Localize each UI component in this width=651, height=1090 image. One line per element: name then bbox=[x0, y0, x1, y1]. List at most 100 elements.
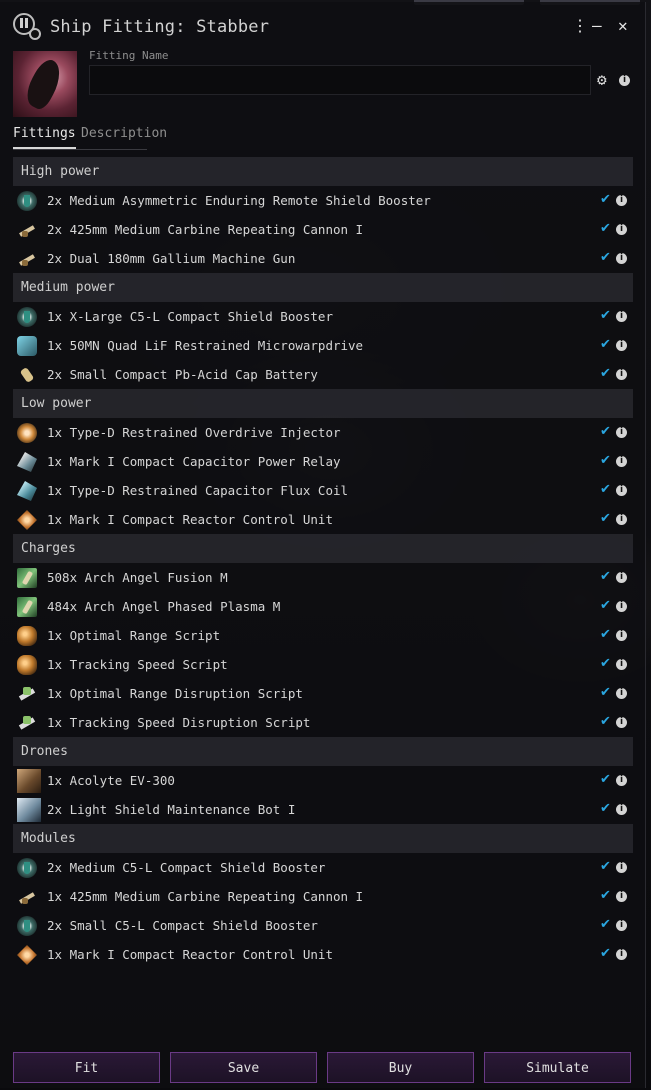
list-item[interactable]: 1x Optimal Range Disruption Script ✔ i bbox=[13, 679, 633, 708]
item-label: 1x Acolyte EV-300 bbox=[47, 773, 175, 788]
info-icon[interactable]: i bbox=[616, 659, 627, 670]
info-icon[interactable]: i bbox=[616, 688, 627, 699]
list-item[interactable]: 2x Medium C5-L Compact Shield Booster ✔ i bbox=[13, 853, 633, 882]
list-item[interactable]: 2x Light Shield Maintenance Bot I ✔ i bbox=[13, 795, 633, 824]
item-label: 2x Medium C5-L Compact Shield Booster bbox=[47, 860, 326, 875]
info-icon[interactable]: i bbox=[616, 195, 627, 206]
disrupt-icon bbox=[17, 684, 37, 704]
list-item[interactable]: 508x Arch Angel Fusion M ✔ i bbox=[13, 563, 633, 592]
list-item[interactable]: 1x Type-D Restrained Overdrive Injector ✔… bbox=[13, 418, 633, 447]
info-icon[interactable]: i bbox=[616, 253, 627, 264]
info-icon[interactable]: i bbox=[616, 862, 627, 873]
fitting-name-input[interactable] bbox=[89, 65, 591, 95]
checkmark-icon: ✔ bbox=[600, 424, 611, 439]
list-item[interactable]: 1x 50MN Quad LiF Restrained Microwarpdri… bbox=[13, 331, 633, 360]
script-icon bbox=[17, 626, 37, 646]
fitting-name-label: Fitting Name bbox=[89, 49, 169, 62]
info-icon[interactable]: i bbox=[616, 311, 627, 322]
list-item[interactable]: 1x Tracking Speed Script ✔ i bbox=[13, 650, 633, 679]
tab-fittings[interactable]: Fittings bbox=[13, 126, 76, 149]
checkmark-icon: ✔ bbox=[600, 946, 611, 961]
info-icon[interactable]: i bbox=[616, 485, 627, 496]
ship-thumbnail[interactable] bbox=[13, 51, 77, 117]
save-button[interactable]: Save bbox=[170, 1052, 317, 1083]
gun-icon bbox=[17, 249, 37, 269]
ship-fitting-window: Ship Fitting: Stabber ⋮ — ✕ Fitting Name… bbox=[0, 2, 646, 1088]
disrupt-icon bbox=[17, 713, 37, 733]
rcu-icon bbox=[17, 945, 37, 965]
item-label: 2x Small Compact Pb-Acid Cap Battery bbox=[47, 367, 318, 382]
bot-icon bbox=[17, 798, 41, 822]
menu-icon[interactable]: ⋮ bbox=[572, 16, 588, 36]
list-item[interactable]: 1x X-Large C5-L Compact Shield Booster ✔ i bbox=[13, 302, 633, 331]
footer-buttons: Fit Save Buy Simulate bbox=[13, 1052, 633, 1085]
rcu-icon bbox=[17, 510, 37, 530]
cap-icon bbox=[17, 365, 37, 385]
simulate-button[interactable]: Simulate bbox=[484, 1052, 631, 1083]
item-label: 1x Optimal Range Disruption Script bbox=[47, 686, 303, 701]
list-item[interactable]: 1x 425mm Medium Carbine Repeating Cannon… bbox=[13, 882, 633, 911]
item-label: 1x X-Large C5-L Compact Shield Booster bbox=[47, 309, 333, 324]
buy-button[interactable]: Buy bbox=[327, 1052, 474, 1083]
list-item[interactable]: 1x Type-D Restrained Capacitor Flux Coil… bbox=[13, 476, 633, 505]
ship-silhouette bbox=[20, 55, 68, 113]
section-header: High power bbox=[13, 157, 633, 186]
item-label: 2x Medium Asymmetric Enduring Remote Shi… bbox=[47, 193, 431, 208]
ammo-icon bbox=[17, 597, 37, 617]
od-icon bbox=[17, 423, 37, 443]
section-header: Modules bbox=[13, 824, 633, 853]
checkmark-icon: ✔ bbox=[600, 627, 611, 642]
info-icon[interactable]: i bbox=[616, 804, 627, 815]
info-icon[interactable]: i bbox=[616, 891, 627, 902]
info-icon[interactable]: i bbox=[616, 717, 627, 728]
info-icon[interactable]: i bbox=[619, 75, 630, 86]
list-item[interactable]: 2x Small C5-L Compact Shield Booster ✔ i bbox=[13, 911, 633, 940]
list-item[interactable]: 2x Small Compact Pb-Acid Cap Battery ✔ i bbox=[13, 360, 633, 389]
item-label: 1x 50MN Quad LiF Restrained Microwarpdri… bbox=[47, 338, 364, 353]
info-icon[interactable]: i bbox=[616, 456, 627, 467]
item-label: 1x 425mm Medium Carbine Repeating Cannon… bbox=[47, 889, 364, 904]
gear-icon[interactable]: ⚙ bbox=[597, 70, 607, 89]
flux-icon bbox=[17, 481, 37, 501]
list-item[interactable]: 1x Tracking Speed Disruption Script ✔ i bbox=[13, 708, 633, 737]
item-label: 484x Arch Angel Phased Plasma M bbox=[47, 599, 281, 614]
list-item[interactable]: 1x Acolyte EV-300 ✔ i bbox=[13, 766, 633, 795]
list-item[interactable]: 2x Medium Asymmetric Enduring Remote Shi… bbox=[13, 186, 633, 215]
checkmark-icon: ✔ bbox=[600, 192, 611, 207]
list-item[interactable]: 1x Mark I Compact Reactor Control Unit ✔ i bbox=[13, 505, 633, 534]
checkmark-icon: ✔ bbox=[600, 308, 611, 323]
info-icon[interactable]: i bbox=[616, 514, 627, 525]
fit-button[interactable]: Fit bbox=[13, 1052, 160, 1083]
info-icon[interactable]: i bbox=[616, 949, 627, 960]
close-icon[interactable]: ✕ bbox=[618, 16, 628, 36]
list-item[interactable]: 2x Dual 180mm Gallium Machine Gun ✔ i bbox=[13, 244, 633, 273]
info-icon[interactable]: i bbox=[616, 920, 627, 931]
item-label: 1x Mark I Compact Reactor Control Unit bbox=[47, 947, 333, 962]
list-item[interactable]: 1x Mark I Compact Capacitor Power Relay ✔… bbox=[13, 447, 633, 476]
item-label: 2x Small C5-L Compact Shield Booster bbox=[47, 918, 318, 933]
script-icon bbox=[17, 655, 37, 675]
info-icon[interactable]: i bbox=[616, 775, 627, 786]
info-icon[interactable]: i bbox=[616, 369, 627, 380]
info-icon[interactable]: i bbox=[616, 427, 627, 438]
fitting-icon bbox=[13, 13, 41, 40]
checkmark-icon: ✔ bbox=[600, 772, 611, 787]
list-item[interactable]: 484x Arch Angel Phased Plasma M ✔ i bbox=[13, 592, 633, 621]
info-icon[interactable]: i bbox=[616, 340, 627, 351]
info-icon[interactable]: i bbox=[616, 224, 627, 235]
section-header: Medium power bbox=[13, 273, 633, 302]
list-item[interactable]: 1x Mark I Compact Reactor Control Unit ✔ i bbox=[13, 940, 633, 969]
tab-description[interactable]: Description bbox=[81, 126, 167, 141]
title-bar[interactable]: Ship Fitting: Stabber ⋮ — ✕ bbox=[0, 2, 645, 52]
info-icon[interactable]: i bbox=[616, 601, 627, 612]
checkmark-icon: ✔ bbox=[600, 685, 611, 700]
checkmark-icon: ✔ bbox=[600, 482, 611, 497]
gun-icon bbox=[17, 220, 37, 240]
list-item[interactable]: 1x Optimal Range Script ✔ i bbox=[13, 621, 633, 650]
tab-bar: Fittings Description bbox=[13, 122, 167, 150]
checkmark-icon: ✔ bbox=[600, 917, 611, 932]
info-icon[interactable]: i bbox=[616, 630, 627, 641]
minimize-icon[interactable]: — bbox=[592, 16, 602, 36]
list-item[interactable]: 2x 425mm Medium Carbine Repeating Cannon… bbox=[13, 215, 633, 244]
info-icon[interactable]: i bbox=[616, 572, 627, 583]
